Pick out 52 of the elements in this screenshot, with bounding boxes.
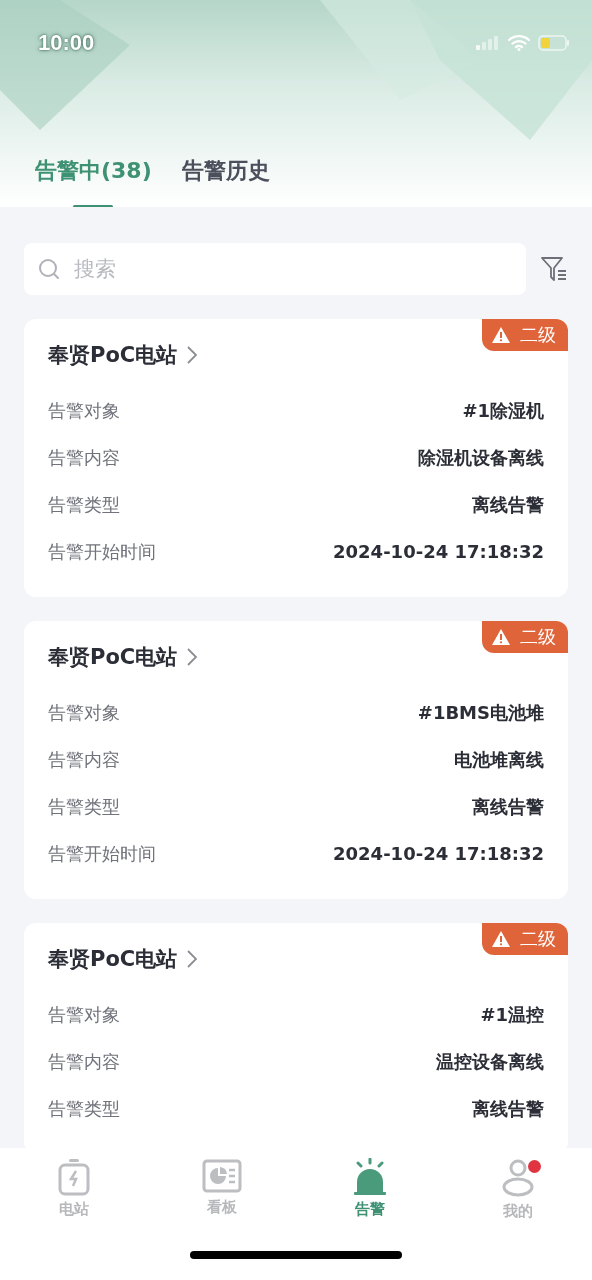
field-label: 告警内容 (48, 445, 120, 470)
station-link[interactable]: 奉贤PoC电站 (48, 945, 198, 973)
field-value: 离线告警 (472, 1096, 544, 1121)
field-value: 离线告警 (472, 794, 544, 819)
field-value: 2024-10-24 17:18:32 (333, 843, 544, 864)
battery-icon (538, 35, 570, 51)
warning-icon (492, 931, 510, 947)
filter-icon[interactable] (540, 255, 568, 283)
search-input[interactable]: 搜索 (72, 256, 512, 282)
nav-tab[interactable]: 看板 (177, 1158, 267, 1221)
warning-icon (492, 629, 510, 645)
person-icon (501, 1158, 535, 1198)
field-label: 告警开始时间 (48, 539, 156, 564)
field-value: 温控设备离线 (436, 1049, 544, 1074)
battery-bolt-icon (57, 1158, 91, 1196)
field-label: 告警对象 (48, 398, 120, 423)
tab[interactable]: 告警历史 (181, 156, 270, 206)
field-value: 除湿机设备离线 (418, 445, 544, 470)
field-label: 告警类型 (48, 794, 120, 819)
warning-icon (492, 327, 510, 343)
field-label: 告警类型 (48, 1096, 120, 1121)
chevron-right-icon (187, 648, 198, 666)
field-value: 电池堆离线 (454, 747, 544, 772)
field-label: 告警类型 (48, 492, 120, 517)
status-time: 10:00 (38, 30, 95, 56)
level-text: 二级 (520, 323, 556, 347)
field-value: 离线告警 (472, 492, 544, 517)
station-link[interactable]: 奉贤PoC电站 (48, 643, 198, 671)
chevron-right-icon (187, 346, 198, 364)
station-link[interactable]: 奉贤PoC电站 (48, 341, 198, 369)
signal-icon (476, 36, 500, 50)
level-text: 二级 (520, 927, 556, 951)
field-label: 告警对象 (48, 700, 120, 725)
chevron-right-icon (187, 950, 198, 968)
search-icon (38, 258, 60, 280)
field-value: #1温控 (480, 1002, 544, 1027)
level-text: 二级 (520, 625, 556, 649)
field-value: 2024-10-24 17:18:32 (333, 541, 544, 562)
alarm-light-icon (352, 1158, 388, 1196)
field-label: 告警开始时间 (48, 841, 156, 866)
wifi-icon (508, 35, 530, 51)
search-field[interactable]: 搜索 (24, 243, 526, 295)
chart-card-icon (202, 1158, 242, 1194)
nav-tab[interactable]: 电站 (29, 1158, 119, 1221)
field-label: 告警内容 (48, 1049, 120, 1074)
field-label: 告警内容 (48, 747, 120, 772)
nav-tab[interactable]: 我的 (473, 1158, 563, 1221)
nav-tab[interactable]: 告警 (325, 1158, 415, 1221)
tab[interactable]: 告警中(38) (35, 156, 152, 206)
field-value: #1除湿机 (462, 398, 544, 423)
field-label: 告警对象 (48, 1002, 120, 1027)
field-value: #1BMS电池堆 (417, 700, 544, 725)
